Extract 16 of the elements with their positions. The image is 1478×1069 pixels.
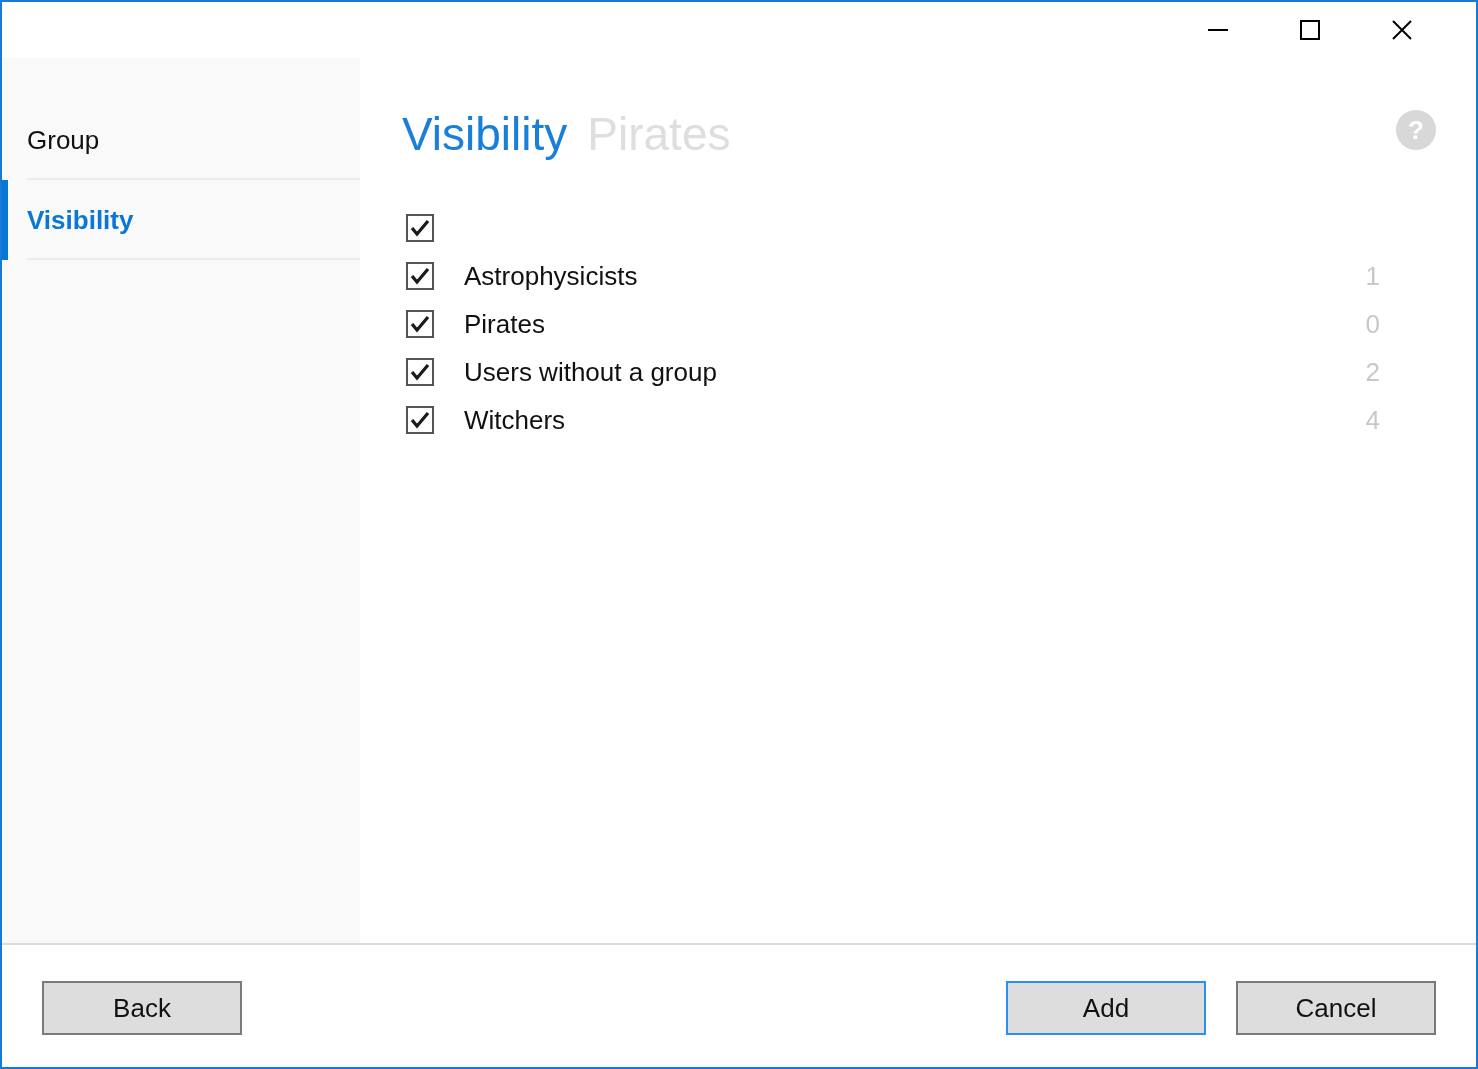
maximize-icon[interactable]	[1300, 20, 1320, 40]
group-label: Pirates	[464, 308, 545, 340]
dialog-button[interactable]: Back	[42, 981, 242, 1035]
checkbox[interactable]	[406, 358, 434, 386]
close-icon[interactable]	[1392, 20, 1412, 40]
dialog-button[interactable]: Cancel	[1236, 981, 1436, 1035]
checkbox[interactable]	[406, 406, 434, 434]
dialog-button[interactable]: Add	[1006, 981, 1206, 1035]
checkbox[interactable]	[406, 262, 434, 290]
checkbox[interactable]	[406, 310, 434, 338]
nav-item[interactable]: Visibility	[2, 180, 360, 260]
page-title: Visibility	[402, 107, 568, 162]
group-label: Users without a group	[464, 356, 717, 388]
group-label: Astrophysicists	[464, 260, 638, 292]
group-label: Witchers	[464, 404, 566, 436]
checkbox[interactable]	[406, 214, 434, 242]
